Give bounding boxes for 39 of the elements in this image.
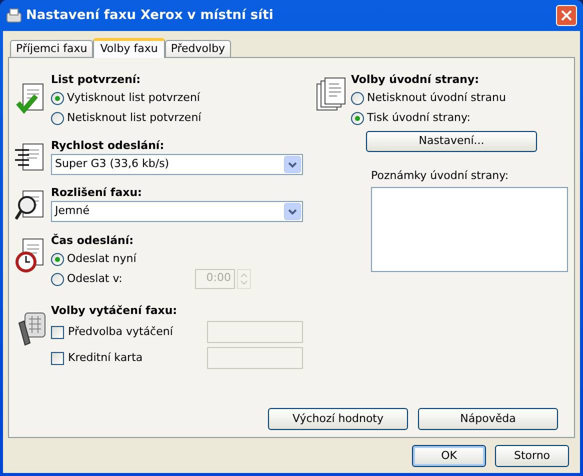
dropdown[interactable]: Super G3 (33,6 kb/s) (51, 154, 303, 175)
section-heading: Čas odeslání: (51, 233, 135, 249)
fax-icon (6, 8, 22, 24)
radio-button[interactable] (351, 92, 364, 104)
panel-button[interactable]: Nápověda (418, 408, 558, 430)
tab[interactable]: Předvolby (164, 40, 232, 57)
section-heading: Volby vytáčení faxu: (51, 303, 178, 319)
checkbox[interactable] (51, 326, 64, 338)
checkbox-label[interactable]: Předvolba vytáčení (68, 324, 173, 340)
panel-button[interactable]: Výchozí hodnoty (268, 408, 408, 430)
spinner-icon (237, 269, 251, 289)
notes-field[interactable] (371, 186, 568, 272)
settings-button[interactable]: Nastavení... (366, 131, 537, 152)
dialog-button[interactable]: OK (412, 445, 486, 467)
dialog-button[interactable]: Storno (495, 445, 569, 467)
radio-label[interactable]: Vytisknout list potvrzení (67, 90, 200, 106)
radio-button[interactable] (51, 272, 64, 286)
section-heading: List potvrzení: (51, 72, 142, 88)
radio-label[interactable]: Tisk úvodní strany: (367, 110, 470, 126)
checkbox[interactable] (51, 352, 64, 364)
close-icon (561, 10, 572, 21)
window-title: Nastavení faxu Xerox v místní síti (26, 6, 274, 25)
section-heading: Rychlost odeslání: (51, 138, 166, 154)
close-button[interactable] (556, 5, 577, 26)
radio-label[interactable]: Odeslat nyní (67, 250, 136, 268)
tab[interactable]: Volby faxu (93, 38, 165, 58)
radio-label[interactable]: Netisknout úvodní stranu (367, 90, 506, 106)
section-heading: Rozlišení faxu: (51, 185, 143, 201)
notes-label: Poznámky úvodní strany: (371, 168, 510, 184)
section-heading: Volby úvodní strany: (351, 72, 480, 88)
radio-button[interactable] (351, 112, 364, 124)
dropdown[interactable]: Jemné (51, 201, 303, 222)
radio-label[interactable]: Netisknout list potvrzení (67, 110, 202, 126)
radio-label[interactable]: Odeslat v: (67, 270, 122, 288)
checkbox-label[interactable]: Kreditní karta (68, 350, 143, 366)
radio-button[interactable] (51, 92, 64, 104)
radio-button[interactable] (51, 112, 64, 124)
radio-button[interactable] (51, 252, 64, 266)
tab[interactable]: Příjemci faxu (10, 40, 94, 57)
